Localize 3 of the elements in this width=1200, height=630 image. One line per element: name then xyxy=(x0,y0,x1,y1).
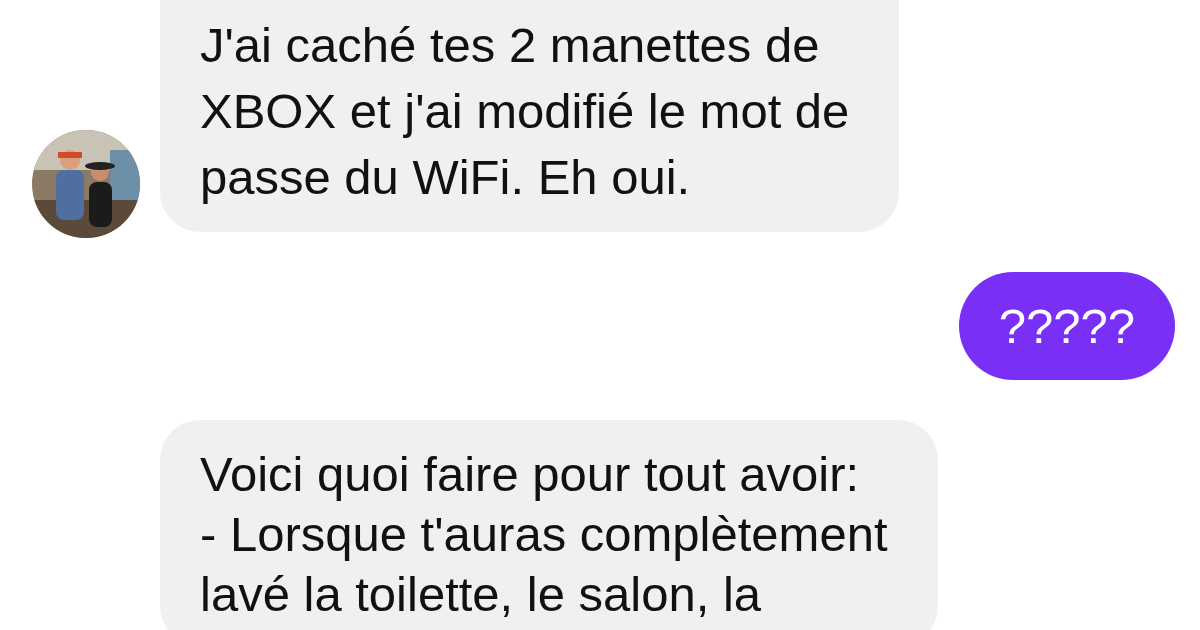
sent-message: ????? xyxy=(958,272,1175,380)
received-message: Voici quoi faire pour tout avoir: - Lorsque t'auras complètement lavé la toilette, le salon, la xyxy=(160,420,938,630)
received-message: J'ai caché tes 2 manettes de XBOX et j'ai modifié le mot de passe du WiFi. Eh oui. xyxy=(160,0,900,232)
